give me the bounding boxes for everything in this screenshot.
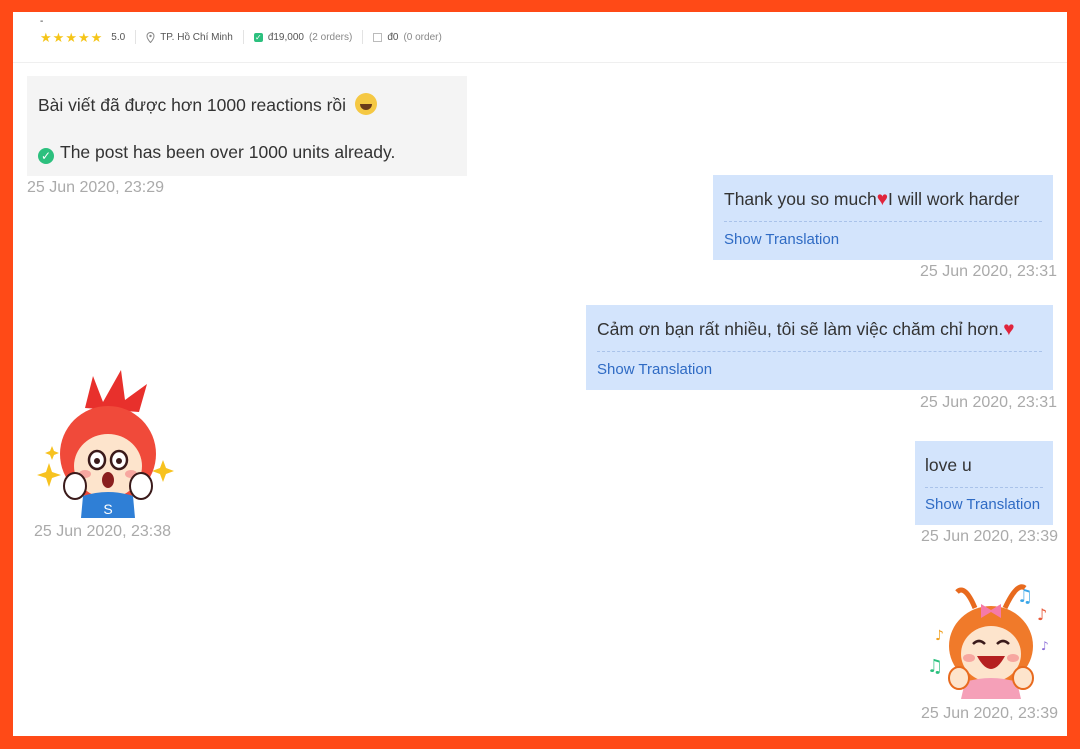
other-amount: đ0 — [387, 31, 399, 43]
show-translation-link[interactable]: Show Translation — [925, 496, 1040, 513]
divider — [724, 221, 1042, 222]
message-timestamp: 25 Jun 2020, 23:31 — [920, 394, 1058, 411]
shop-info-bar: - ★ ★ ★ ★ ★ 5.0 TP. Hồ Chí Minh ✓ đ19,00… — [13, 12, 1067, 63]
svg-text:♪: ♪ — [1037, 605, 1047, 624]
rating-stars: ★ ★ ★ ★ ★ — [40, 31, 102, 44]
message-text: Bài viết đã được hơn 1000 reactions rồi — [38, 95, 347, 115]
message-text-part: I will work harder — [888, 189, 1020, 209]
message-timestamp: 25 Jun 2020, 23:39 — [921, 528, 1059, 545]
sales-info: ✓ đ19,000 (2 orders) — [253, 31, 353, 43]
sticker-letter: S — [103, 501, 112, 517]
message-text: love u — [925, 455, 972, 475]
header-dash: - — [40, 16, 44, 27]
star-icon: ★ — [77, 29, 90, 45]
location-info: TP. Hồ Chí Minh — [146, 31, 233, 43]
star-icon: ★ — [52, 29, 65, 45]
message-bubble-received: Bài viết đã được hơn 1000 reactions rồi … — [27, 76, 467, 176]
svg-text:♪: ♪ — [1041, 639, 1049, 653]
divider — [597, 351, 1042, 352]
star-icon: ★ — [40, 29, 52, 45]
location-pin-icon — [146, 31, 155, 43]
heart-icon: ♥ — [876, 189, 888, 210]
other-info: đ0 (0 order) — [373, 31, 442, 43]
message-timestamp: 25 Jun 2020, 23:39 — [921, 705, 1059, 722]
check-icon: ✓ — [253, 32, 263, 42]
boy-sticker: S — [37, 370, 174, 518]
svg-text:♪: ♪ — [935, 628, 944, 644]
star-icon: ★ — [65, 29, 77, 45]
message-text-part: Cảm ơn bạn rất nhiều, tôi sẽ làm việc ch… — [597, 319, 1004, 339]
location-text: TP. Hồ Chí Minh — [160, 31, 233, 43]
message-text: Thank you so much♥I will work harder — [724, 189, 1019, 211]
rating-value: 5.0 — [111, 31, 126, 43]
show-translation-link[interactable]: Show Translation — [724, 231, 839, 248]
message-text-translated: ✓ The post has been over 1000 units alrea… — [38, 142, 395, 164]
girl-sticker: ♫ ♪ ♪ ♪ ♫ — [927, 584, 1049, 699]
message-timestamp: 25 Jun 2020, 23:38 — [34, 523, 172, 540]
message-timestamp: 25 Jun 2020, 23:29 — [27, 179, 165, 196]
divider — [242, 30, 244, 44]
heart-icon: ♥ — [1003, 319, 1015, 340]
divider — [135, 30, 137, 44]
message-text: Cảm ơn bạn rất nhiều, tôi sẽ làm việc ch… — [597, 319, 1014, 341]
sales-orders: (2 orders) — [308, 31, 353, 43]
divider — [925, 487, 1043, 488]
svg-text:♫: ♫ — [927, 656, 943, 677]
message-timestamp: 25 Jun 2020, 23:31 — [920, 263, 1058, 280]
star-icon: ★ — [90, 29, 103, 45]
message-text-part: Thank you so much — [724, 189, 877, 209]
message-bubble-sent: Thank you so much♥I will work harder Sho… — [713, 175, 1053, 260]
message-text-original: Bài viết đã được hơn 1000 reactions rồi — [38, 93, 377, 116]
message-bubble-sent: love u Show Translation — [915, 441, 1053, 525]
show-translation-link[interactable]: Show Translation — [597, 361, 712, 378]
chat-window: - ★ ★ ★ ★ ★ 5.0 TP. Hồ Chí Minh ✓ đ19,00… — [13, 12, 1067, 736]
message-text: The post has been over 1000 units alread… — [60, 142, 396, 162]
sales-amount: đ19,000 — [267, 31, 304, 43]
message-bubble-sent: Cảm ơn bạn rất nhiều, tôi sẽ làm việc ch… — [586, 305, 1053, 390]
box-icon — [373, 32, 383, 42]
divider — [362, 30, 364, 44]
laughing-emoji-icon — [354, 93, 377, 115]
other-orders: (0 order) — [403, 31, 442, 43]
check-circle-icon: ✓ — [38, 148, 54, 164]
